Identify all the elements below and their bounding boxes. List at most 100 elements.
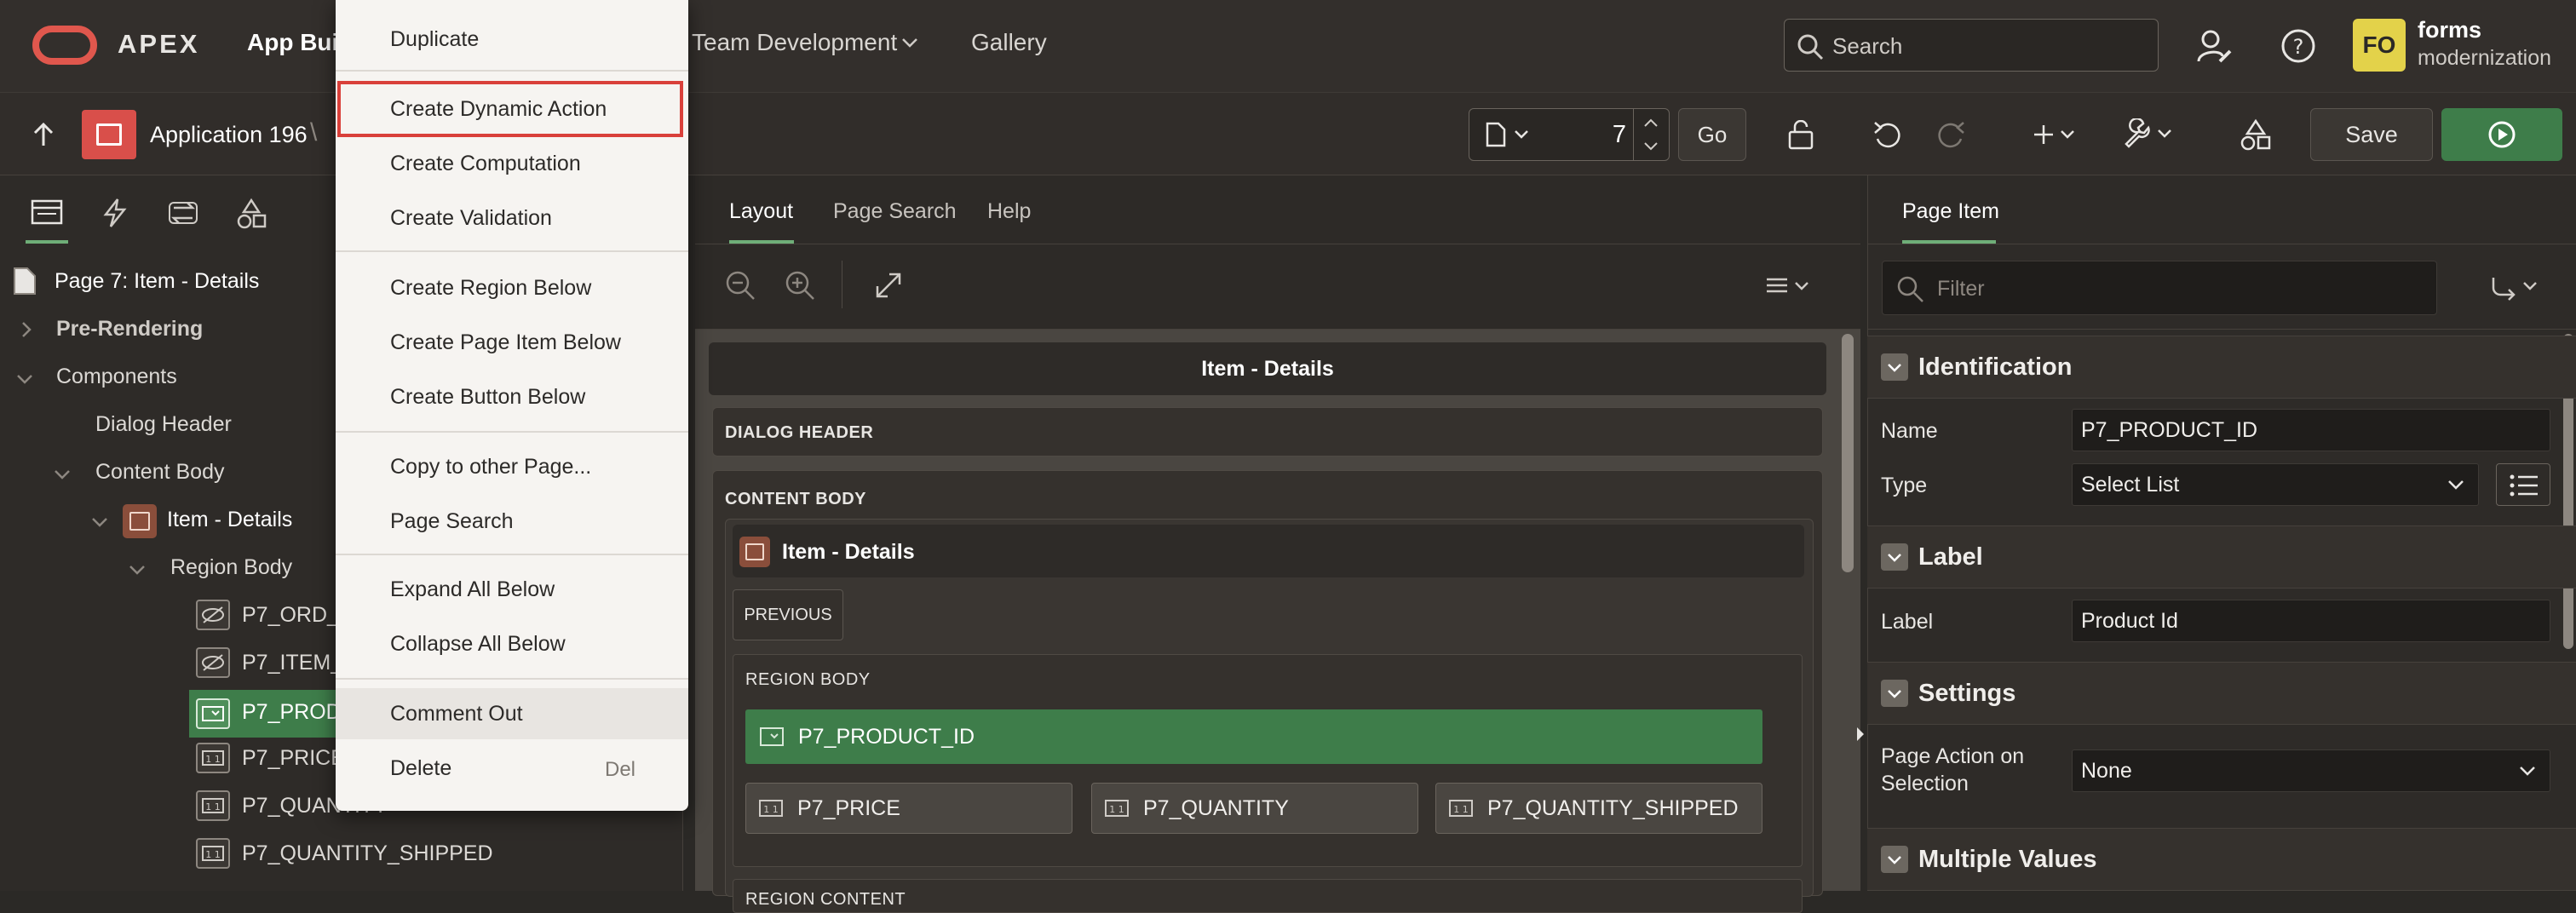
menu-item-expand-all-below[interactable]: Expand All Below [336, 564, 688, 615]
previous-label: PREVIOUS [744, 605, 832, 624]
zoom-out-icon[interactable] [724, 269, 756, 301]
item-quantity[interactable]: 1 1 P7_QUANTITY [1091, 783, 1418, 834]
lock-icon[interactable] [1787, 120, 1816, 151]
arrow-up-icon[interactable] [32, 122, 55, 147]
nav-gallery[interactable]: Gallery [971, 29, 1047, 56]
processing-tab-icon[interactable] [167, 198, 199, 228]
item-price[interactable]: 1 1 P7_PRICE [745, 783, 1072, 834]
avatar[interactable]: FO [2353, 19, 2406, 72]
shared-components-tab-icon[interactable] [235, 198, 267, 230]
search-input[interactable]: Search [1784, 19, 2159, 72]
chevron-down-icon[interactable] [1881, 846, 1908, 873]
administration-icon[interactable] [2196, 27, 2234, 65]
spinner-down-icon[interactable] [1643, 141, 1659, 152]
menu-item-duplicate[interactable]: Duplicate [336, 14, 688, 65]
undo-icon[interactable] [1872, 120, 1903, 151]
menu-item-create-page-item-below[interactable]: Create Page Item Below [336, 317, 688, 368]
help-icon[interactable]: ? [2280, 27, 2317, 65]
save-button[interactable]: Save [2310, 108, 2433, 161]
chevron-down-icon[interactable] [1881, 680, 1908, 707]
redo-icon[interactable] [1935, 120, 1966, 151]
tab-page-search[interactable]: Page Search [833, 199, 957, 224]
tree-item[interactable]: P7_ORD_ID [242, 603, 336, 628]
dialog-header-region[interactable]: DIALOG HEADER [712, 407, 1823, 456]
go-to-group-icon[interactable] [2490, 274, 2541, 301]
tree-item[interactable]: P7_ITEM_ID [242, 651, 336, 675]
tab-layout[interactable]: Layout [729, 199, 793, 224]
go-button[interactable]: Go [1678, 108, 1746, 161]
page-icon [14, 267, 36, 295]
expand-icon[interactable] [874, 271, 903, 300]
prop-label-input[interactable]: Product Id [2072, 600, 2550, 642]
menu-item-copy-to-other-page[interactable]: Copy to other Page... [336, 441, 688, 492]
chevron-down-icon[interactable] [128, 560, 147, 579]
layout-menu-icon[interactable] [1765, 276, 1813, 298]
oracle-logo-icon[interactable] [32, 26, 97, 65]
item-quantity-shipped[interactable]: 1 1 P7_QUANTITY_SHIPPED [1435, 783, 1762, 834]
previous-button-slot[interactable]: PREVIOUS [733, 589, 843, 640]
tree-components[interactable]: Components [56, 365, 177, 389]
page-number-input[interactable]: 7 [1558, 121, 1626, 149]
chevron-down-icon[interactable] [90, 513, 109, 531]
chevron-down-icon[interactable] [15, 370, 34, 388]
highlight-box [337, 81, 683, 137]
filter-input[interactable]: Filter [1882, 261, 2437, 315]
menu-item-create-validation[interactable]: Create Validation [336, 192, 688, 244]
brand-name[interactable]: APEX [118, 29, 199, 60]
breadcrumb-separator: \ [310, 118, 318, 146]
region-content-box[interactable]: REGION CONTENT [733, 879, 1803, 913]
app-icon[interactable] [82, 110, 136, 159]
menu-item-collapse-all-below[interactable]: Collapse All Below [336, 618, 688, 669]
tree-region-body[interactable]: Region Body [170, 555, 292, 580]
menu-item-create-button-below[interactable]: Create Button Below [336, 371, 688, 422]
menu-item-create-computation[interactable]: Create Computation [336, 138, 688, 189]
page-selector[interactable]: 7 [1469, 108, 1670, 161]
shared-components-icon[interactable] [2239, 118, 2273, 152]
list-options-button[interactable] [2496, 463, 2550, 506]
create-menu-icon[interactable] [2031, 122, 2079, 147]
splitter-collapse-icon[interactable] [1855, 726, 1866, 743]
prop-page-action-select[interactable]: None [2072, 749, 2550, 792]
tree-item[interactable]: P7_QUANTITY_SHIPPED [242, 841, 493, 866]
selected-item-product-id[interactable]: P7_PRODUCT_ID [745, 709, 1762, 764]
tree-dialog-header[interactable]: Dialog Header [95, 412, 232, 437]
user-name[interactable]: forms [2418, 17, 2481, 43]
chevron-down-icon[interactable] [53, 465, 72, 484]
zoom-in-icon[interactable] [784, 269, 816, 301]
breadcrumb-application[interactable]: Application 196 [150, 122, 308, 148]
content-body-region[interactable]: CONTENT BODY Item - Details PREVIOUS REG… [712, 470, 1823, 913]
region-item-details[interactable]: Item - Details PREVIOUS REGION BODY P7_P… [725, 519, 1814, 913]
dynamic-actions-tab-icon[interactable] [102, 198, 128, 228]
section-identification[interactable]: Identification [1867, 336, 2576, 399]
nav-team-development[interactable]: Team Development [692, 29, 897, 56]
utilities-wrench-icon[interactable] [2121, 118, 2174, 149]
tree-region-item-details[interactable]: Item - Details [167, 508, 292, 532]
tab-help[interactable]: Help [987, 199, 1031, 224]
tab-page-item[interactable]: Page Item [1902, 199, 1999, 224]
section-multiple-values[interactable]: Multiple Values [1867, 828, 2576, 891]
tree-page-title[interactable]: Page 7: Item - Details [55, 269, 259, 294]
spinner-up-icon[interactable] [1643, 118, 1659, 128]
run-button[interactable] [2441, 108, 2562, 161]
chevron-right-icon[interactable] [17, 320, 36, 339]
prop-name-input[interactable]: P7_PRODUCT_ID [2072, 409, 2550, 451]
tree-item[interactable]: P7_PRICE [242, 746, 345, 771]
region-body-box[interactable]: REGION BODY P7_PRODUCT_ID 1 1 P7_PRICE 1… [733, 654, 1803, 867]
number-item-icon: 1 1 [196, 838, 230, 869]
tree-pre-rendering[interactable]: Pre-Rendering [56, 317, 203, 342]
menu-item-page-search[interactable]: Page Search [336, 496, 688, 547]
region-title-bar[interactable]: Item - Details [733, 525, 1804, 577]
chevron-down-icon[interactable] [1881, 543, 1908, 571]
menu-item-comment-out[interactable]: Comment Out [336, 688, 688, 739]
tree-content-body[interactable]: Content Body [95, 460, 225, 485]
prop-type-select[interactable]: Select List [2072, 463, 2479, 506]
tree-item-selected[interactable]: P7_PRODUCT_ID [242, 700, 336, 725]
menu-item-create-region-below[interactable]: Create Region Below [336, 262, 688, 313]
chevron-down-icon[interactable] [1881, 353, 1908, 381]
svg-text:1 1: 1 1 [1453, 804, 1469, 815]
context-menu: Duplicate Create Dynamic Action Create C… [336, 0, 688, 811]
section-settings[interactable]: Settings [1867, 662, 2576, 725]
section-label[interactable]: Label [1867, 525, 2576, 589]
canvas-scrollbar[interactable] [1842, 334, 1854, 572]
rendering-tab-icon[interactable] [31, 199, 63, 225]
